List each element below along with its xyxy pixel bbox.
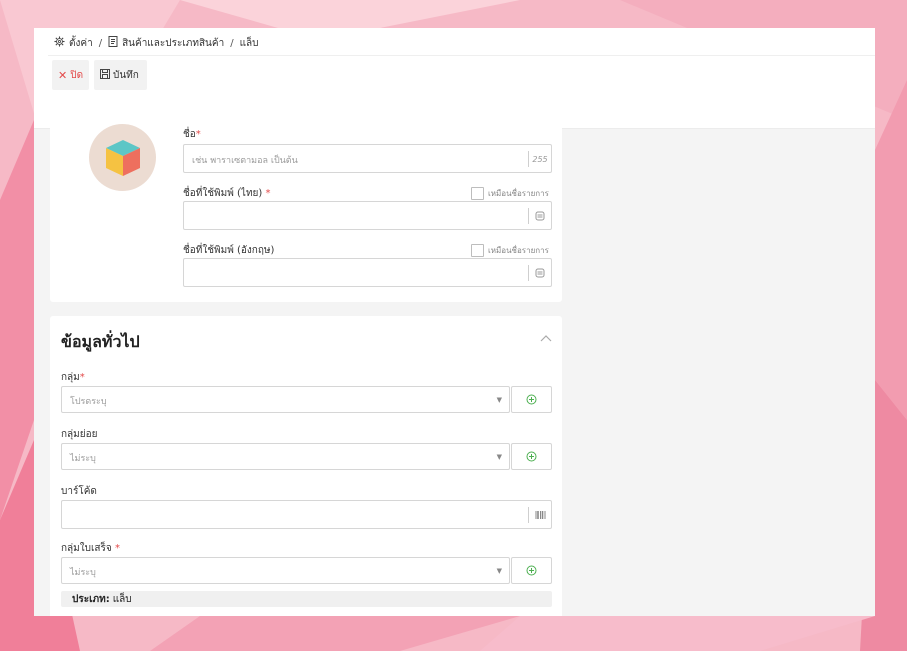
subgroup-select-value: ไม่ระบุ [70, 454, 96, 464]
subgroup-select[interactable]: ไม่ระบุ ▼ [61, 443, 510, 470]
name-maxlength: 255 [528, 151, 551, 167]
general-info-title: ข้อมูลทั่วไป [61, 332, 140, 351]
plus-circle-icon [526, 394, 537, 405]
subgroup-label: กลุ่มย่อย [61, 429, 98, 440]
divider [48, 55, 875, 56]
list-icon[interactable] [528, 265, 551, 281]
print-name-en-input[interactable] [183, 258, 552, 287]
close-icon: ✕ [58, 68, 68, 82]
print-name-en-label: ชื่อที่ใช้พิมพ์ (อังกฤษ) [183, 245, 275, 256]
add-subgroup-button[interactable] [511, 443, 552, 470]
general-info-card: ข้อมูลทั่วไป กลุ่ม* โปรดระบุ ▼ กลุ่มย่อย… [50, 316, 562, 616]
close-button[interactable]: ✕ ปิด [52, 60, 89, 90]
plus-circle-icon [526, 451, 537, 462]
same-as-name-th-label: เหมือนชื่อรายการ [488, 189, 549, 198]
document-icon [108, 36, 118, 50]
receipt-group-select-value: ไม่ระบุ [70, 568, 96, 578]
name-placeholder: เช่น พาราเซตามอล เป็นต้น [192, 156, 298, 166]
breadcrumb-current: แล็บ [239, 37, 259, 49]
name-label: ชื่อ* [183, 129, 201, 140]
breadcrumb-settings[interactable]: ตั้งค่า [69, 36, 93, 51]
list-icon[interactable] [528, 208, 551, 224]
product-avatar[interactable] [89, 124, 156, 191]
breadcrumb-separator: / [98, 37, 103, 49]
app-window: ตั้งค่า / สินค้าและประเภทสินค้า / แล็บ ✕… [34, 28, 875, 616]
add-receipt-group-button[interactable] [511, 557, 552, 584]
caret-down-icon: ▼ [496, 453, 502, 461]
close-button-label: ปิด [70, 69, 84, 81]
name-input[interactable]: เช่น พาราเซตามอล เป็นต้น 255 [183, 144, 552, 173]
caret-down-icon: ▼ [496, 567, 502, 575]
receipt-group-label: กลุ่มใบเสร็จ * [61, 543, 120, 554]
breadcrumb: ตั้งค่า / สินค้าและประเภทสินค้า / แล็บ [54, 36, 258, 50]
chevron-up-icon[interactable] [540, 334, 552, 345]
group-select[interactable]: โปรดระบุ ▼ [61, 386, 510, 413]
plus-circle-icon [526, 565, 537, 576]
save-button[interactable]: บันทึก [94, 60, 147, 90]
same-as-name-th-checkbox[interactable]: เหมือนชื่อรายการ [471, 187, 549, 200]
product-name-card: ชื่อ* เช่น พาราเซตามอล เป็นต้น 255 ชื่อท… [50, 114, 562, 302]
gear-icon[interactable] [54, 36, 65, 50]
type-label: ประเภท: [72, 593, 110, 605]
product-type-bar: ประเภท: แล็บ [61, 591, 552, 607]
barcode-input[interactable] [61, 500, 552, 529]
checkbox-box[interactable] [471, 244, 484, 257]
barcode-icon[interactable] [528, 507, 551, 523]
same-as-name-en-label: เหมือนชื่อรายการ [488, 246, 549, 255]
group-select-value: โปรดระบุ [70, 397, 107, 407]
print-name-th-input[interactable] [183, 201, 552, 230]
checkbox-box[interactable] [471, 187, 484, 200]
receipt-group-select[interactable]: ไม่ระบุ ▼ [61, 557, 510, 584]
save-icon [100, 68, 110, 82]
print-name-th-label: ชื่อที่ใช้พิมพ์ (ไทย) * [183, 188, 271, 199]
cube-icon [106, 140, 140, 176]
group-label: กลุ่ม* [61, 372, 85, 383]
add-group-button[interactable] [511, 386, 552, 413]
type-value: แล็บ [112, 593, 132, 605]
same-as-name-en-checkbox[interactable]: เหมือนชื่อรายการ [471, 244, 549, 257]
barcode-label: บาร์โค้ด [61, 486, 97, 497]
breadcrumb-separator-2: / [230, 37, 234, 49]
caret-down-icon: ▼ [496, 396, 502, 404]
breadcrumb-products[interactable]: สินค้าและประเภทสินค้า [122, 36, 224, 51]
save-button-label: บันทึก [113, 69, 139, 81]
